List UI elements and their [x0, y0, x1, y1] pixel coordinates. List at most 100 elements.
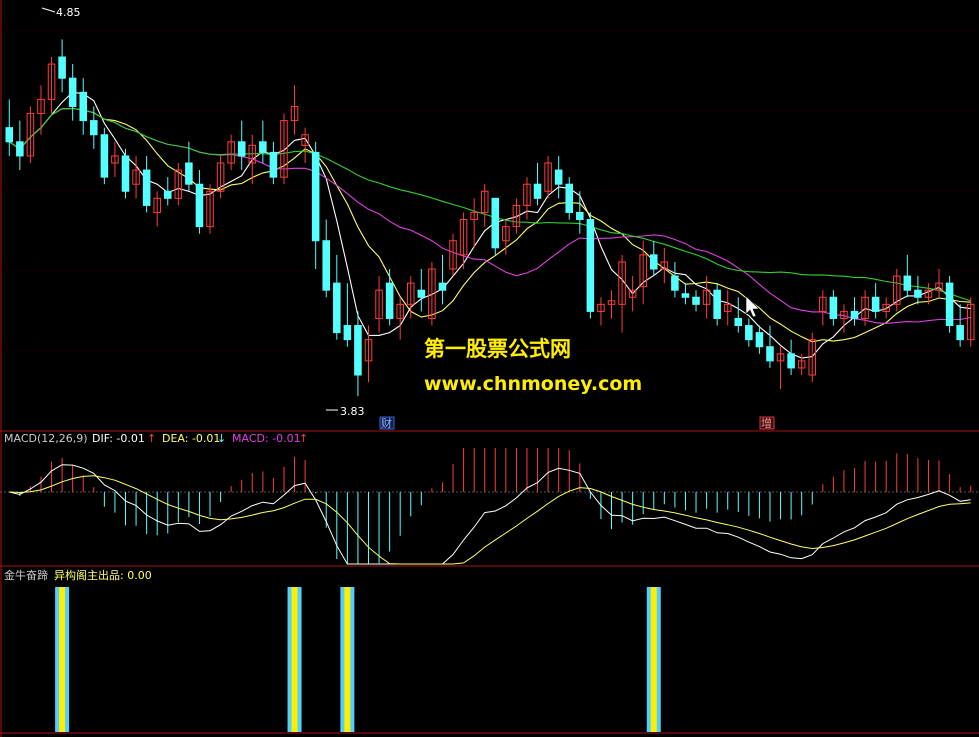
candle	[660, 247, 669, 284]
candle	[111, 141, 119, 178]
candle	[681, 283, 690, 305]
event-marker-cai[interactable]: 财	[379, 416, 395, 430]
candle	[713, 283, 721, 326]
candle-body	[692, 296, 700, 305]
candle	[385, 269, 394, 326]
candle	[206, 184, 214, 234]
candle	[597, 297, 605, 326]
candle	[850, 297, 859, 326]
candle	[871, 283, 880, 319]
candle	[354, 311, 362, 397]
candle	[449, 233, 457, 277]
signal-bars	[55, 587, 661, 732]
candle-body	[333, 282, 341, 334]
candle-body	[554, 169, 563, 185]
candle-body	[79, 91, 88, 122]
candle	[966, 297, 975, 347]
candle	[375, 276, 383, 333]
moving-average-lines	[8, 91, 971, 359]
candle-body	[671, 275, 679, 291]
candle	[311, 141, 320, 269]
candle-body	[565, 183, 574, 213]
high-pointer	[41, 7, 56, 13]
candle-body	[734, 317, 743, 327]
indicator-name: 金牛奋蹄	[4, 568, 48, 582]
candle-body	[533, 183, 542, 199]
candle-body	[586, 219, 595, 312]
candle-body	[766, 346, 774, 362]
candle-body	[163, 190, 172, 199]
candle	[470, 198, 478, 248]
signal-bar	[55, 587, 70, 732]
candle-body	[5, 127, 14, 143]
candle	[142, 155, 151, 213]
panel-dividers	[0, 0, 979, 737]
candle-body	[914, 289, 922, 298]
event-marker-cai-label: 财	[381, 416, 392, 430]
candle	[618, 254, 626, 333]
candle	[576, 191, 584, 234]
candle	[607, 290, 616, 319]
signal-bar-core	[344, 587, 351, 732]
candle	[79, 78, 88, 135]
candle-body	[649, 254, 658, 270]
candle	[47, 57, 56, 114]
event-marker-zeng[interactable]: 增	[759, 416, 775, 430]
candle	[417, 269, 426, 312]
candle	[723, 290, 732, 326]
candle	[903, 254, 912, 298]
candle-body	[121, 155, 130, 192]
candle	[829, 290, 838, 326]
candle	[734, 297, 743, 333]
candle-body	[787, 353, 795, 369]
candle	[766, 325, 774, 368]
candle-body	[16, 141, 24, 157]
candle-body	[956, 325, 964, 341]
candle	[195, 170, 204, 234]
candle	[935, 269, 943, 298]
candle	[639, 240, 647, 305]
indicator-header: 金牛奋蹄 异构阁主出品: 0.00	[4, 568, 152, 582]
candle	[787, 339, 795, 375]
candle	[554, 155, 563, 199]
signal-bar-core	[59, 587, 66, 732]
candle-body	[945, 282, 954, 327]
candle-body	[354, 325, 362, 376]
candle-body	[491, 197, 500, 249]
candle	[333, 254, 341, 340]
high-label: 4.85	[56, 6, 81, 19]
candle	[914, 276, 922, 305]
candle	[216, 155, 225, 199]
candle-body	[142, 169, 151, 206]
candle	[438, 254, 447, 305]
candle	[491, 197, 500, 255]
candle	[533, 163, 542, 206]
signal-bar-core	[291, 587, 298, 732]
candle-body	[417, 289, 426, 298]
candle	[755, 325, 764, 354]
candle	[90, 106, 98, 149]
candle	[396, 297, 404, 340]
low-annotation: 3.83	[326, 405, 365, 418]
candle	[586, 212, 595, 319]
dif-line	[9, 464, 971, 565]
candle	[174, 163, 183, 206]
candle	[100, 127, 109, 185]
candle	[819, 290, 827, 326]
candle-body	[829, 296, 838, 319]
candle	[5, 99, 14, 156]
dif-label: DIF: -0.01	[92, 432, 145, 445]
candle	[882, 297, 890, 319]
macd-lines	[9, 464, 971, 565]
candle	[68, 64, 77, 121]
candle-body	[745, 325, 753, 341]
dea-label: DEA: -0.01	[162, 432, 220, 445]
macd-arrow-up: ↑	[299, 432, 308, 445]
candle	[628, 276, 637, 312]
candle	[227, 134, 235, 171]
candle	[153, 191, 161, 227]
candle	[37, 85, 45, 135]
candle-body	[903, 275, 912, 291]
candle	[58, 39, 66, 93]
candle	[364, 325, 373, 383]
